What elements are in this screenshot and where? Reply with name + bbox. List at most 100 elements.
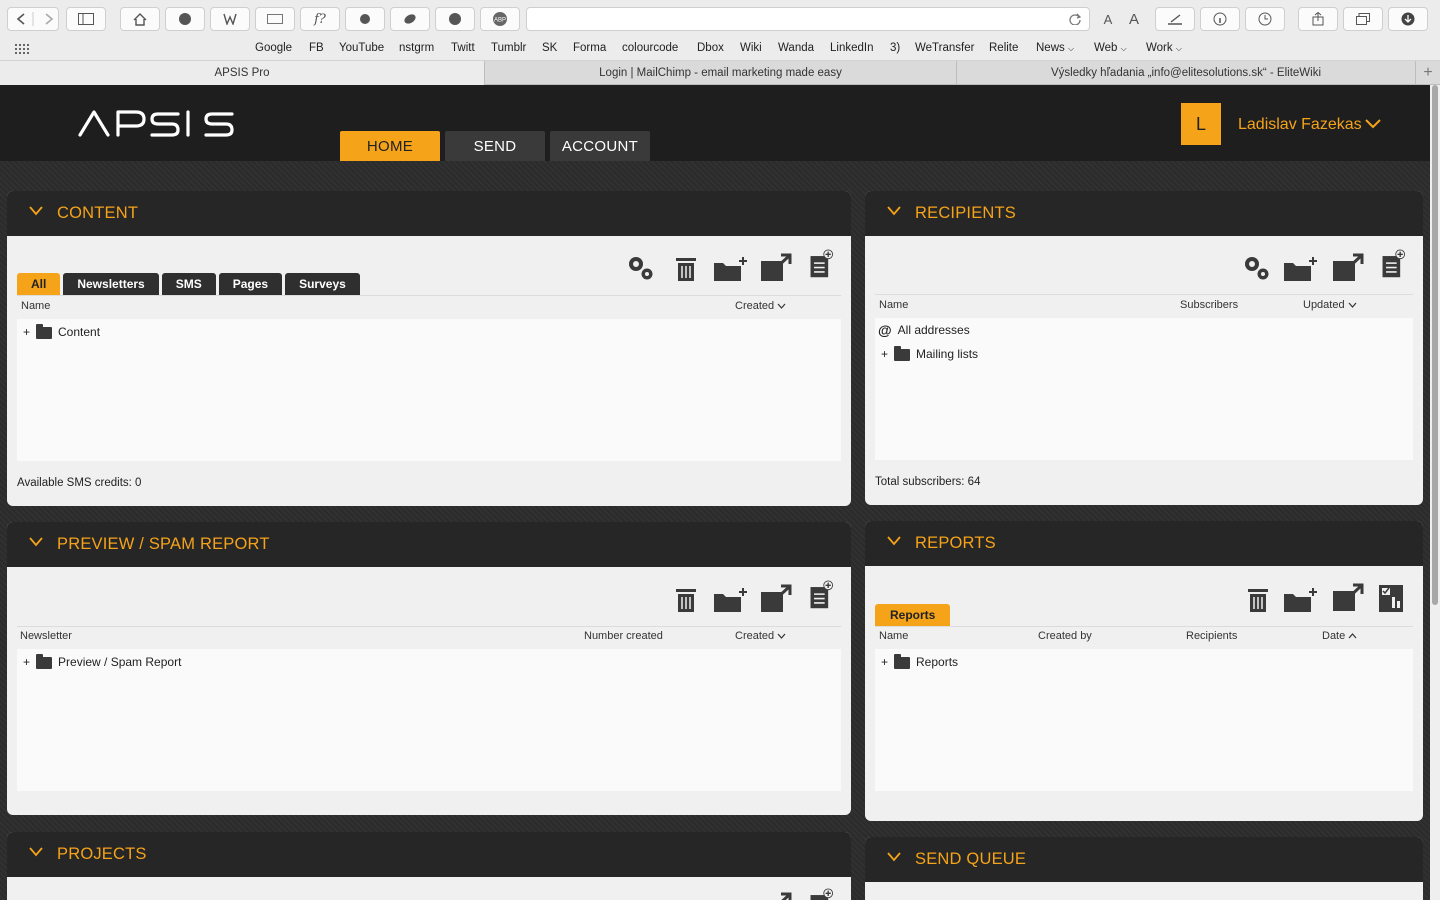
bookmark-3[interactable]: 3) — [890, 42, 900, 54]
trash-icon[interactable] — [1243, 584, 1273, 614]
column-name[interactable]: Name — [879, 630, 908, 642]
add-folder-icon[interactable] — [1283, 253, 1321, 283]
address-bar[interactable] — [526, 7, 1090, 31]
export-icon[interactable] — [759, 253, 793, 283]
new-tab-button[interactable]: + — [1416, 61, 1440, 85]
home-icon[interactable] — [120, 7, 160, 31]
nav-home[interactable]: HOME — [340, 131, 440, 161]
bookmark-youtube[interactable]: YouTube — [339, 42, 384, 54]
back-forward-buttons[interactable] — [7, 7, 59, 31]
chevron-down-icon[interactable] — [29, 537, 43, 547]
tab-apsis[interactable]: APSIS Pro — [0, 61, 485, 85]
list-item[interactable]: + Preview / Spam Report — [23, 654, 181, 669]
bookmark-dbox[interactable]: Dbox — [697, 42, 724, 54]
trash-icon[interactable] — [671, 253, 701, 283]
download-icon[interactable] — [1388, 7, 1428, 31]
content-tabs: All Newsletters SMS Pages Surveys — [17, 273, 360, 295]
column-name[interactable]: Name — [879, 299, 908, 311]
chevron-down-icon[interactable] — [1365, 119, 1381, 129]
settings-gears-icon[interactable] — [1241, 253, 1271, 283]
font-larger-button[interactable]: A — [1122, 7, 1146, 31]
bookmark-web[interactable]: Web ⌵ — [1094, 42, 1127, 54]
extension-1-icon[interactable] — [165, 7, 205, 31]
bookmark-colourcode[interactable]: colourcode — [622, 42, 678, 54]
tab-surveys[interactable]: Surveys — [285, 273, 360, 295]
settings-gears-icon[interactable] — [625, 253, 655, 283]
export-icon[interactable] — [759, 892, 793, 900]
list-item[interactable]: + Reports — [881, 654, 958, 669]
bookmark-google[interactable]: Google — [255, 42, 292, 54]
new-document-icon[interactable] — [807, 580, 837, 610]
tab-elitewiki[interactable]: Výsledky hľadania „info@elitesolutions.s… — [957, 61, 1416, 85]
bookmark-forma[interactable]: Forma — [573, 42, 606, 54]
share-icon[interactable] — [1298, 7, 1338, 31]
avatar[interactable]: L — [1181, 103, 1221, 145]
column-number-created[interactable]: Number created — [584, 630, 663, 642]
font-smaller-button[interactable]: A — [1096, 7, 1120, 31]
bookmark-wiki[interactable]: Wiki — [740, 42, 762, 54]
bookmark-fb[interactable]: FB — [309, 42, 324, 54]
nav-account[interactable]: ACCOUNT — [550, 131, 650, 161]
bookmark-wanda[interactable]: Wanda — [778, 42, 814, 54]
new-document-icon[interactable] — [1379, 249, 1409, 279]
list-item[interactable]: @ All addresses — [878, 322, 970, 338]
bookmark-relite[interactable]: Relite — [989, 42, 1018, 54]
chevron-down-icon[interactable] — [29, 206, 43, 216]
new-document-icon[interactable] — [807, 888, 837, 900]
trash-icon[interactable] — [671, 584, 701, 614]
chevron-down-icon[interactable] — [887, 536, 901, 546]
column-subscribers[interactable]: Subscribers — [1180, 299, 1238, 311]
bookmark-wetransfer[interactable]: WeTransfer — [915, 42, 974, 54]
bookmark-linkedin[interactable]: LinkedIn — [830, 42, 873, 54]
chevron-down-icon[interactable] — [887, 852, 901, 862]
chevron-down-icon[interactable] — [887, 206, 901, 216]
report-checklist-icon[interactable] — [1376, 583, 1406, 613]
column-updated[interactable]: Updated — [1303, 299, 1357, 311]
column-created[interactable]: Created — [735, 630, 786, 642]
bookmark-tumblr[interactable]: Tumblr — [491, 42, 526, 54]
font-icon[interactable]: f? — [300, 7, 340, 31]
list-item[interactable]: + Content — [23, 324, 100, 339]
add-folder-icon[interactable] — [1283, 584, 1321, 614]
info-icon[interactable] — [1200, 7, 1240, 31]
column-name[interactable]: Name — [21, 300, 50, 312]
history-icon[interactable] — [1245, 7, 1285, 31]
bookmark-twitt[interactable]: Twitt — [451, 42, 475, 54]
column-newsletter[interactable]: Newsletter — [20, 630, 72, 642]
list-item[interactable]: + Mailing lists — [881, 346, 978, 361]
bookmark-sk[interactable]: SK — [542, 42, 557, 54]
tabs-icon[interactable] — [1343, 7, 1383, 31]
export-icon[interactable] — [1331, 583, 1365, 613]
scrollbar[interactable] — [1430, 85, 1440, 900]
chevron-down-icon[interactable] — [29, 847, 43, 857]
tab-all[interactable]: All — [17, 273, 61, 295]
shield-icon[interactable] — [435, 7, 475, 31]
export-icon[interactable] — [1331, 253, 1365, 283]
bookmark-work[interactable]: Work ⌵ — [1146, 42, 1182, 54]
add-folder-icon[interactable] — [713, 253, 751, 283]
column-date[interactable]: Date — [1322, 630, 1357, 642]
keyboard-icon[interactable] — [255, 7, 295, 31]
column-created-by[interactable]: Created by — [1038, 630, 1092, 642]
bookmark-nstgrm[interactable]: nstgrm — [399, 42, 434, 54]
leaf-icon[interactable] — [390, 7, 430, 31]
export-icon[interactable] — [759, 584, 793, 614]
tab-mailchimp[interactable]: Login | MailChimp - email marketing made… — [485, 61, 957, 85]
user-name[interactable]: Ladislav Fazekas — [1238, 116, 1362, 134]
add-folder-icon[interactable] — [713, 584, 751, 614]
tab-pages[interactable]: Pages — [218, 273, 283, 295]
scrollbar-thumb[interactable] — [1432, 85, 1438, 605]
column-recipients[interactable]: Recipients — [1186, 630, 1237, 642]
tab-reports[interactable]: Reports — [875, 604, 951, 626]
edit-icon[interactable] — [1155, 7, 1195, 31]
column-created[interactable]: Created — [735, 300, 786, 312]
nav-send[interactable]: SEND — [445, 131, 545, 161]
bookmark-news[interactable]: News ⌵ — [1036, 42, 1074, 54]
tab-newsletters[interactable]: Newsletters — [63, 273, 159, 295]
tab-sms[interactable]: SMS — [161, 273, 216, 295]
adblock-icon[interactable]: ABP — [480, 7, 520, 31]
bug-icon[interactable] — [345, 7, 385, 31]
new-document-icon[interactable] — [807, 249, 837, 279]
sidebar-icon[interactable] — [66, 7, 106, 31]
extension-2-icon[interactable] — [210, 7, 250, 31]
